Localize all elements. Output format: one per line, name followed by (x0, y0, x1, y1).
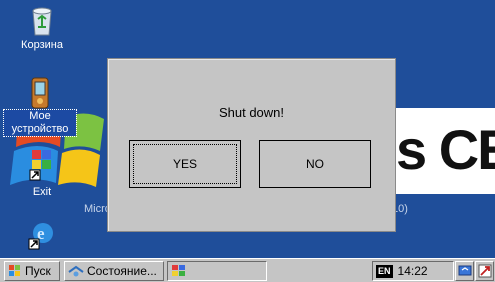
desktop-icon-label: Мое устройство (3, 109, 77, 137)
dialog-message: Shut down! (218, 105, 285, 120)
task-switch-button[interactable] (475, 261, 494, 281)
taskbar: Пуск Состояние... EN 14:22 (0, 258, 495, 282)
system-tray: EN 14:22 (372, 261, 454, 281)
windows-flag-icon (9, 265, 20, 276)
internet-explorer-icon: e (28, 223, 53, 250)
desktop-icon-exit[interactable]: Exit (6, 148, 78, 199)
ce-wallpaper-text: s CE (396, 118, 495, 181)
shutdown-dialog: Shut down! YES NO (107, 58, 396, 232)
desktop-icon-label: Корзина (21, 39, 63, 51)
desktop-icon-recycle-bin[interactable]: Корзина (6, 5, 78, 52)
start-button[interactable]: Пуск (4, 261, 60, 281)
taskbar-item-label: Состояние... (87, 264, 157, 278)
desktop-icon-internet-explorer[interactable]: e (6, 220, 78, 258)
show-desktop-icon (458, 265, 471, 276)
task-switch-icon (478, 264, 491, 278)
desktop-icon-label: Exit (32, 186, 52, 198)
desktop-icon-my-device[interactable]: Мое устройство (3, 76, 77, 137)
app-icon (172, 265, 185, 276)
taskbar-item-active-app[interactable] (167, 261, 267, 281)
yes-button[interactable]: YES (129, 140, 241, 188)
no-button-label: NO (306, 157, 324, 171)
no-button[interactable]: NO (259, 140, 371, 188)
pocket-device-icon (31, 77, 49, 109)
yes-button-label: YES (172, 157, 197, 171)
connection-status-icon (68, 265, 84, 277)
clock[interactable]: 14:22 (398, 264, 428, 278)
show-desktop-button[interactable] (455, 261, 474, 281)
recycle-bin-icon (32, 7, 52, 36)
exit-shortcut-icon (29, 150, 51, 181)
taskbar-item-status[interactable]: Состояние... (64, 261, 164, 281)
desktop: s CE Micro 10) Корзина Мое устройство Ex… (0, 0, 495, 258)
start-button-label: Пуск (25, 264, 51, 278)
language-indicator[interactable]: EN (376, 264, 393, 278)
